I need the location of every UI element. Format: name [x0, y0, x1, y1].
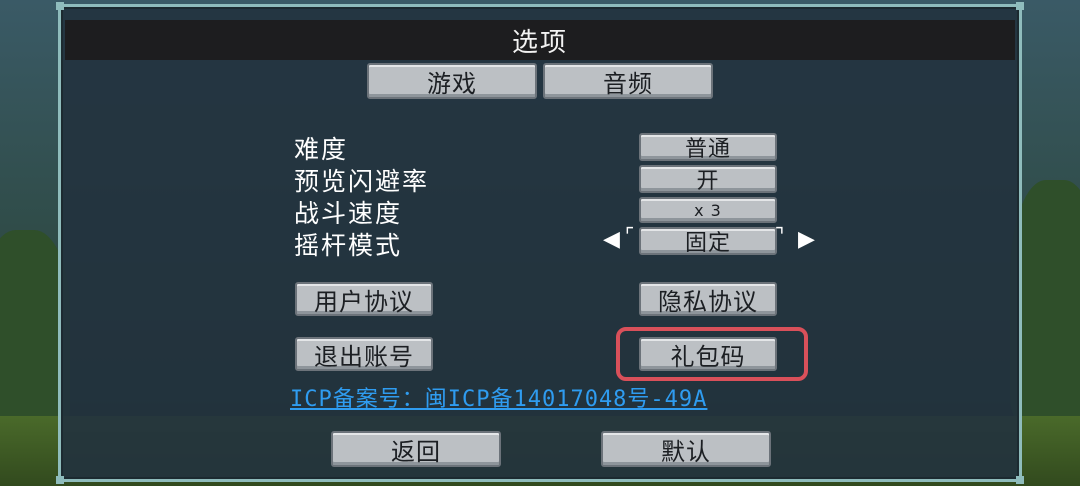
privacy-policy-button[interactable]: 隐私协议	[639, 282, 777, 316]
dodge-preview-toggle[interactable]: 开	[639, 165, 777, 194]
frame-corner	[1016, 476, 1024, 484]
frame-corner	[56, 2, 64, 10]
tab-audio[interactable]: 音频	[543, 63, 713, 99]
battle-speed-button[interactable]: x 3	[639, 197, 777, 223]
dialog-title: 选项	[65, 20, 1015, 60]
battle-speed-label: 战斗速度	[294, 199, 403, 228]
logout-button[interactable]: 退出账号	[295, 337, 433, 371]
difficulty-value-button[interactable]: 普通	[639, 133, 777, 162]
gift-code-highlight	[616, 327, 808, 381]
selector-bracket-left: ⌜	[625, 223, 635, 247]
user-agreement-button[interactable]: 用户协议	[295, 282, 433, 316]
tab-game[interactable]: 游戏	[367, 63, 537, 99]
back-button[interactable]: 返回	[331, 431, 501, 467]
difficulty-label: 难度	[294, 135, 349, 164]
dodge-preview-label: 预览闪避率	[294, 167, 430, 196]
joystick-mode-label: 摇杆模式	[294, 231, 403, 260]
selector-bracket-right: ⌝	[775, 223, 785, 247]
icp-link[interactable]: ICP备案号：闽ICP备14017048号-49A	[290, 381, 707, 413]
joystick-mode-button[interactable]: 固定	[639, 227, 777, 256]
default-button[interactable]: 默认	[601, 431, 771, 467]
frame-corner	[56, 476, 64, 484]
arrow-right-icon[interactable]: ▶	[798, 227, 815, 252]
frame-corner	[1016, 2, 1024, 10]
arrow-left-icon[interactable]: ◀	[603, 227, 620, 252]
